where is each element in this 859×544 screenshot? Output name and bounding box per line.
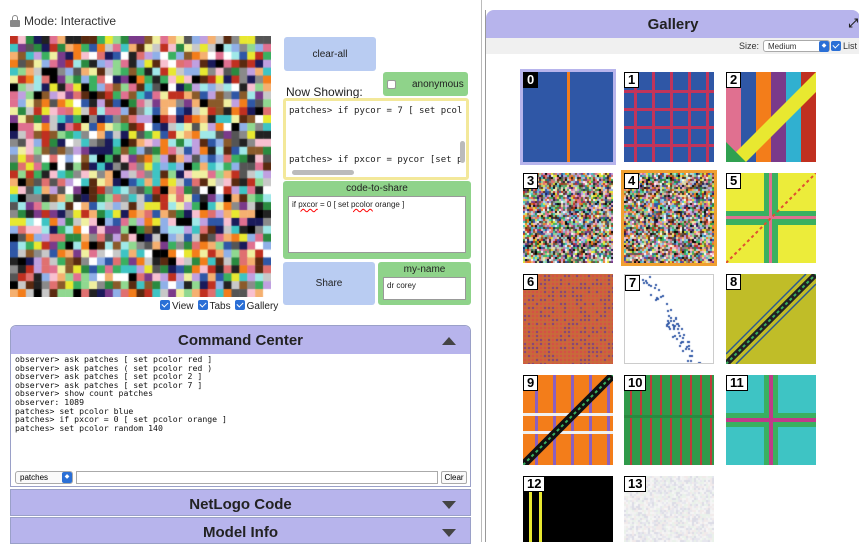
command-center-title: Command Center: [177, 331, 304, 349]
size-label: Size:: [739, 41, 760, 51]
tile-number: 9: [523, 375, 539, 391]
netlogo-code-title: NetLogo Code: [189, 495, 292, 513]
tile-number: 6: [523, 274, 539, 290]
gallery-tile[interactable]: 8: [726, 274, 816, 364]
expand-icon[interactable]: [442, 529, 456, 537]
gallery-tile[interactable]: 1: [624, 72, 714, 162]
checkbox-checked-icon: [160, 300, 170, 310]
tile-number: 7: [625, 275, 641, 291]
gallery-tile[interactable]: 5: [726, 173, 816, 263]
gallery-tile[interactable]: 4: [621, 170, 717, 266]
collapse-icon[interactable]: [442, 337, 456, 345]
my-name-title: my-name: [403, 264, 446, 275]
my-name-input[interactable]: dr corey: [383, 277, 466, 300]
command-output: observer> ask patches [ set pcolor red ]…: [15, 354, 227, 433]
tile-number: 0: [523, 72, 539, 88]
gallery-tile[interactable]: 0: [520, 69, 616, 165]
command-input[interactable]: [76, 471, 438, 484]
gallery-title: Gallery: [647, 15, 699, 33]
code-to-share-input[interactable]: if pxcor = 0 [ set pcolor orange ]: [288, 196, 466, 253]
my-name-panel: my-name dr corey: [378, 262, 471, 305]
code-to-share-title: code-to-share: [346, 183, 408, 194]
now-showing-line: patches> if pycor = 7 [ set pcol: [289, 106, 463, 116]
tabs-checkbox[interactable]: Tabs: [197, 300, 231, 312]
anonymous-switch[interactable]: anonymous: [383, 72, 468, 96]
tile-number: 13: [624, 476, 647, 492]
clear-output-button[interactable]: Clear: [441, 471, 467, 484]
command-input-row: patches ◆ Clear: [15, 471, 467, 484]
checkbox-checked-icon: [831, 41, 841, 51]
horizontal-scrollbar[interactable]: [292, 170, 354, 175]
tile-number: 3: [523, 173, 539, 189]
command-center: Command Center observer> ask patches [ s…: [10, 325, 471, 487]
model-info-header[interactable]: Model Info: [11, 518, 470, 543]
tile-number: 10: [624, 375, 647, 391]
tile-number: 4: [624, 173, 640, 189]
expand-arrows-icon[interactable]: ⤢: [848, 16, 858, 31]
mode-label: Mode: Interactive: [24, 14, 117, 28]
gallery-tile[interactable]: 13: [624, 476, 714, 542]
gallery-tile[interactable]: 2: [726, 72, 816, 162]
netlogo-code-section[interactable]: NetLogo Code: [10, 489, 471, 516]
agent-type-select[interactable]: patches ◆: [15, 471, 73, 484]
clear-all-button[interactable]: clear-all: [284, 37, 376, 71]
model-info-section[interactable]: Model Info: [10, 517, 471, 544]
expand-icon[interactable]: [442, 501, 456, 509]
now-showing-line: patches> if pxcor = pycor [set p: [289, 155, 463, 165]
anonymous-checkbox[interactable]: [387, 79, 396, 89]
now-showing-label: Now Showing:: [286, 85, 363, 99]
share-button[interactable]: Share: [283, 262, 375, 305]
list-checkbox[interactable]: List: [831, 41, 857, 51]
tile-number: 2: [726, 72, 742, 88]
world-view[interactable]: [10, 36, 271, 297]
gallery-tile[interactable]: 10: [624, 375, 714, 465]
checkbox-checked-icon: [234, 300, 245, 310]
model-info-title: Model Info: [203, 523, 278, 541]
select-arrows-icon: ◆: [819, 40, 829, 52]
tile-number: 12: [523, 476, 546, 492]
lock-icon[interactable]: [10, 15, 20, 27]
view-toggles: View Tabs Gallery: [160, 300, 278, 312]
gallery-tile[interactable]: 6: [523, 274, 613, 364]
netlogo-code-header[interactable]: NetLogo Code: [11, 490, 470, 515]
tile-number: 5: [726, 173, 742, 189]
vertical-scrollbar[interactable]: [460, 141, 465, 163]
now-showing-output[interactable]: patches> if pycor = 7 [ set pcol patches…: [283, 98, 469, 180]
code-to-share-panel: code-to-share if pxcor = 0 [ set pcolor …: [283, 181, 471, 259]
checkbox-checked-icon: [197, 300, 208, 310]
mode-indicator: Mode: Interactive: [10, 14, 116, 28]
view-checkbox[interactable]: View: [160, 300, 194, 312]
gallery-tile[interactable]: 7: [624, 274, 714, 364]
tile-number: 1: [624, 72, 640, 88]
size-select[interactable]: Medium ◆: [763, 40, 830, 52]
interface-panel: Mode: Interactive View Tabs Gallery clea…: [0, 0, 482, 544]
command-center-header[interactable]: Command Center: [11, 326, 470, 354]
select-arrows-icon: ◆: [62, 472, 72, 483]
tile-number: 11: [726, 375, 748, 391]
gallery-panel: Gallery ⤢ Size: Medium ◆ List 0 1 2 3 4 5: [485, 10, 859, 542]
gallery-tile[interactable]: 9: [523, 375, 613, 465]
gallery-checkbox[interactable]: Gallery: [234, 300, 278, 312]
anonymous-label: anonymous: [412, 78, 464, 90]
gallery-toolbar: Size: Medium ◆ List: [486, 38, 859, 54]
tile-number: 8: [726, 274, 742, 290]
gallery-header: Gallery ⤢: [486, 10, 859, 38]
gallery-tile[interactable]: 11: [726, 375, 816, 465]
gallery-tile[interactable]: 12: [523, 476, 613, 542]
